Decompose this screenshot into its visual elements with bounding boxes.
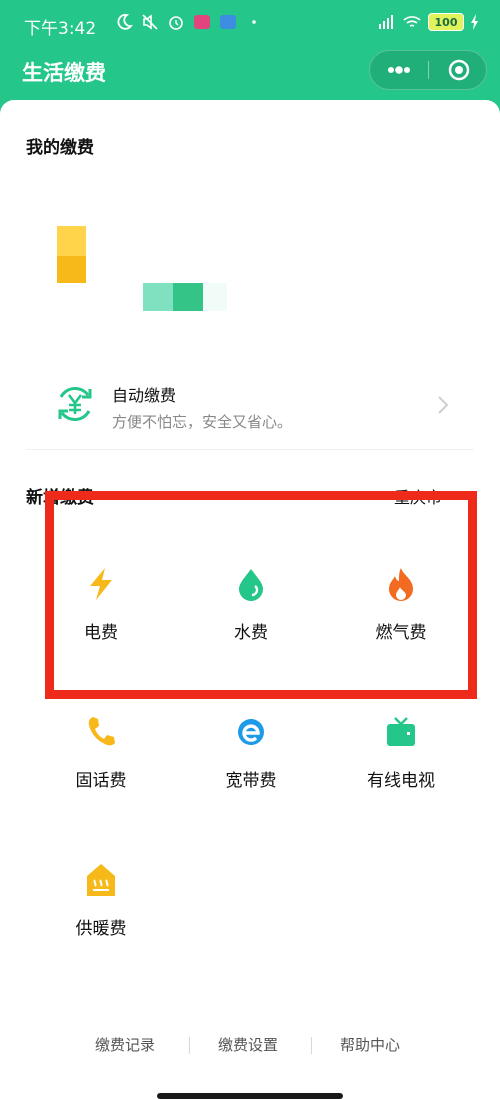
my-payments-title: 我的缴费 bbox=[26, 138, 94, 158]
blurred-bill-block bbox=[57, 256, 86, 283]
status-bar: 下午3:42 100 bbox=[0, 0, 500, 48]
landline-fee-item[interactable]: 固话费 bbox=[41, 714, 161, 804]
status-icons-right: 100 bbox=[376, 12, 480, 32]
footer-divider bbox=[189, 1037, 190, 1054]
heating-icon bbox=[87, 864, 115, 896]
home-indicator[interactable] bbox=[157, 1093, 343, 1099]
chevron-right-icon bbox=[438, 396, 449, 414]
auto-pay-row[interactable]: 自动缴费 方便不怕忘，安全又省心。 bbox=[26, 365, 474, 450]
mini-program-capsule bbox=[369, 50, 487, 90]
signal-icon bbox=[379, 15, 393, 29]
charging-icon bbox=[471, 14, 478, 30]
close-button[interactable] bbox=[430, 51, 488, 89]
more-button[interactable] bbox=[370, 51, 428, 89]
auto-pay-subtitle: 方便不怕忘，安全又省心。 bbox=[112, 413, 293, 431]
help-center-link[interactable]: 帮助中心 bbox=[340, 1034, 400, 1055]
capsule-divider bbox=[428, 61, 429, 79]
app-notification-icon bbox=[194, 15, 210, 29]
cable-tv-fee-item[interactable]: 有线电视 bbox=[341, 714, 461, 804]
page-title: 生活缴费 bbox=[22, 61, 106, 85]
dot-icon bbox=[252, 20, 256, 24]
wifi-icon bbox=[403, 16, 421, 27]
blurred-bill-block bbox=[57, 226, 86, 256]
payment-settings-link[interactable]: 缴费设置 bbox=[218, 1034, 278, 1055]
mute-icon bbox=[142, 14, 158, 30]
blurred-bill-block bbox=[173, 283, 203, 311]
alarm-icon bbox=[169, 16, 183, 30]
moon-icon bbox=[117, 13, 133, 30]
close-target-icon bbox=[448, 59, 470, 81]
cable-tv-fee-label: 有线电视 bbox=[367, 771, 435, 791]
tv-icon bbox=[387, 717, 415, 746]
cloud-app-icon bbox=[220, 15, 236, 29]
more-icon bbox=[388, 66, 410, 74]
auto-pay-yuan-icon bbox=[58, 387, 92, 421]
highlight-box bbox=[45, 491, 477, 699]
status-time: 下午3:42 bbox=[24, 19, 97, 39]
landline-fee-label: 固话费 bbox=[75, 771, 127, 791]
heating-fee-item[interactable]: 供暖费 bbox=[41, 862, 161, 952]
broadband-e-icon bbox=[238, 719, 264, 745]
blurred-bill-block bbox=[203, 283, 227, 311]
broadband-fee-item[interactable]: 宽带费 bbox=[191, 714, 311, 804]
blurred-bill-block bbox=[143, 283, 173, 311]
auto-pay-title: 自动缴费 bbox=[112, 386, 177, 405]
phone-icon bbox=[88, 717, 115, 746]
footer-links: 缴费记录 缴费设置 帮助中心 bbox=[0, 1034, 500, 1058]
status-icons-left bbox=[114, 12, 264, 32]
footer-divider bbox=[311, 1037, 312, 1054]
payment-records-link[interactable]: 缴费记录 bbox=[95, 1034, 155, 1055]
battery-indicator: 100 bbox=[428, 13, 464, 31]
heating-fee-label: 供暖费 bbox=[75, 919, 127, 939]
broadband-fee-label: 宽带费 bbox=[225, 771, 277, 791]
